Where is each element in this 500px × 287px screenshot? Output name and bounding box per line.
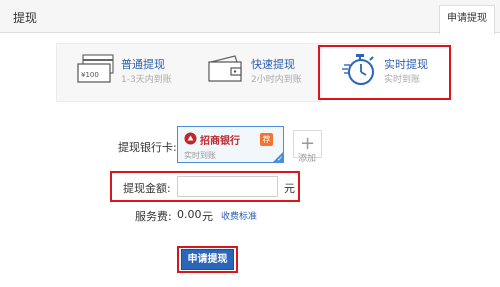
method-normal[interactable]: ¥100 普通提现 1-3天内到账 — [77, 44, 187, 103]
fee-standard-link[interactable]: 收费标准 — [221, 209, 257, 222]
fee-value: 0.00 — [177, 208, 202, 221]
highlight-box-amount — [110, 171, 300, 202]
highlight-box-method — [318, 45, 451, 100]
highlight-box-submit — [177, 246, 238, 273]
method-fast-title: 快速提现 — [251, 58, 295, 71]
page-title: 提现 — [13, 11, 38, 25]
bank-logo-icon — [184, 132, 197, 145]
bank-card-selected[interactable]: 招商银行 实时到账 荐 ✓ — [177, 126, 284, 163]
add-bank-card-label[interactable]: 添加 — [298, 151, 316, 164]
bank-card-label: 提现银行卡: — [118, 141, 177, 154]
page-header: 提现 申请提现 — [0, 0, 500, 34]
card-amount-text: ¥100 — [81, 71, 99, 79]
fee-unit: 元 — [202, 210, 213, 223]
bank-name: 招商银行 — [200, 136, 240, 147]
method-fast-subtitle: 2小时内到账 — [251, 75, 302, 85]
bank-card-subtitle: 实时到账 — [184, 151, 216, 160]
tab-apply-withdraw[interactable]: 申请提现 — [439, 5, 495, 34]
method-fast[interactable]: 快速提现 2小时内到账 — [207, 44, 317, 103]
method-normal-subtitle: 1-3天内到账 — [121, 75, 172, 85]
fee-label: 服务费: — [135, 210, 172, 223]
wallet-icon — [208, 55, 242, 82]
card-icon: ¥100 — [77, 54, 114, 83]
method-normal-title: 普通提现 — [121, 58, 165, 71]
recommend-tag: 荐 — [260, 133, 273, 146]
check-icon: ✓ — [277, 155, 283, 163]
